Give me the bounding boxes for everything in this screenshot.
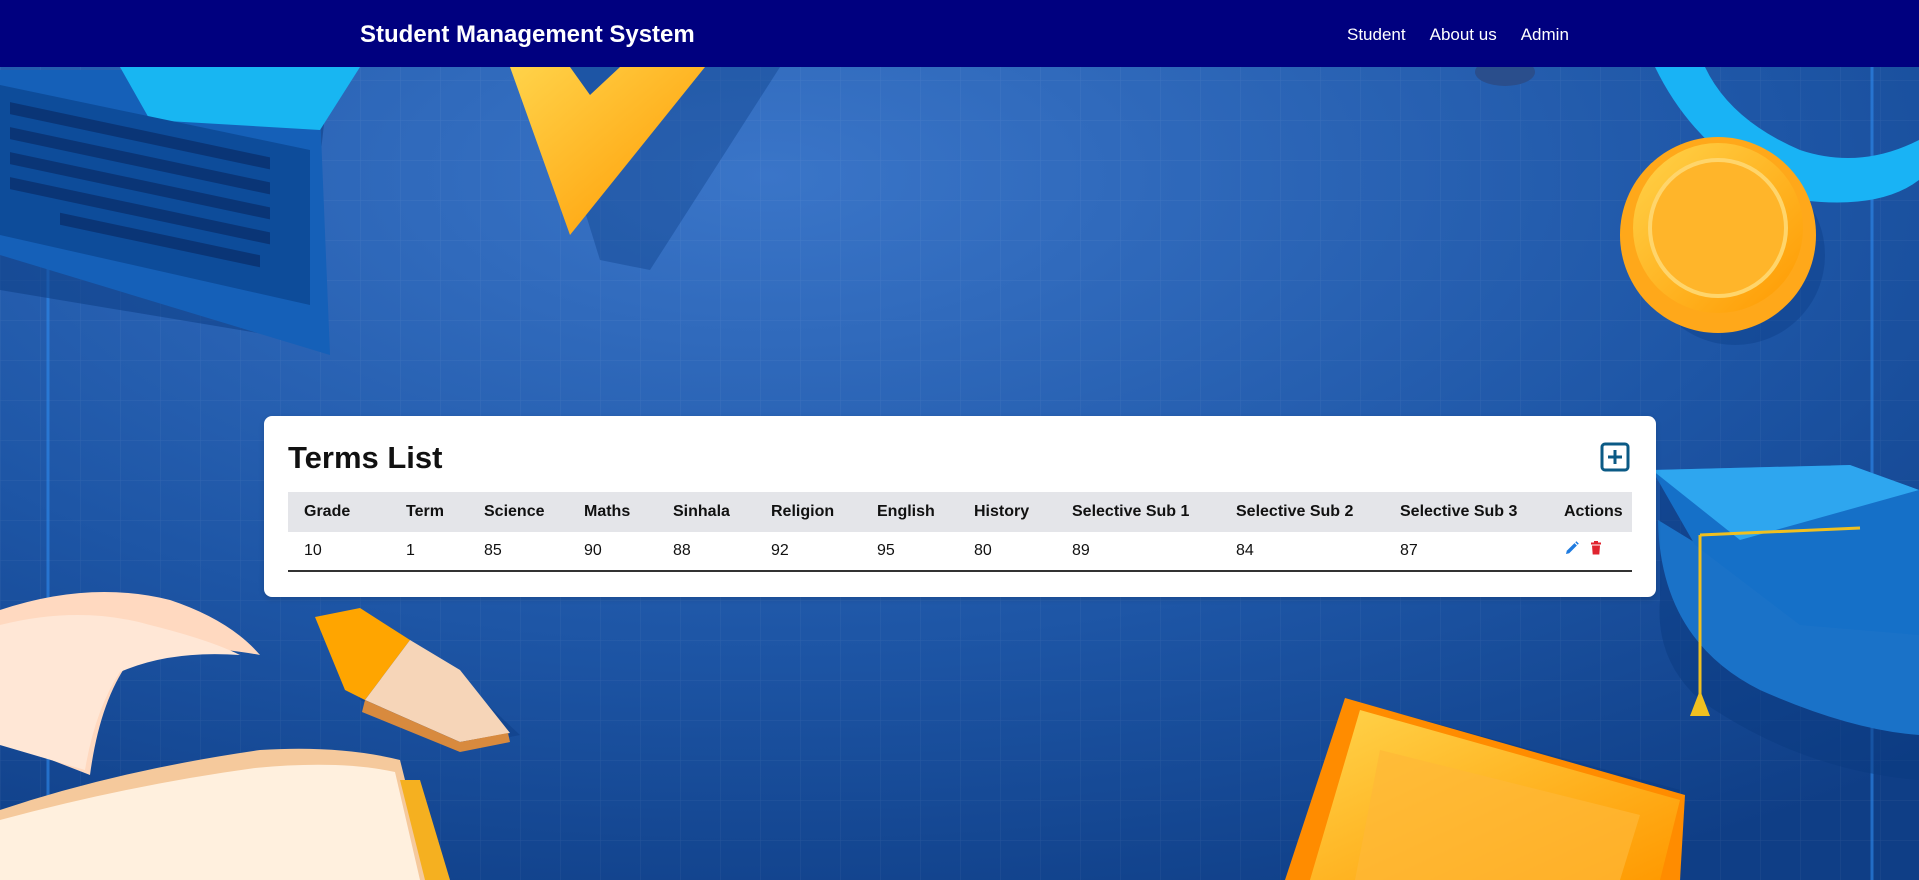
terms-list-card: Terms List Grade Term Science Maths Sinh… — [264, 416, 1656, 597]
column-header-grade: Grade — [304, 503, 351, 520]
column-header-history: History — [974, 503, 1030, 520]
terms-table: Grade Term Science Maths Sinhala Religio… — [288, 492, 1632, 572]
cell-english: 95 — [877, 542, 895, 559]
column-header-term: Term — [406, 503, 444, 520]
column-header-selective-sub-3: Selective Sub 3 — [1400, 503, 1518, 520]
cell-sinhala: 88 — [673, 542, 691, 559]
plus-square-icon — [1600, 442, 1630, 472]
cell-grade: 10 — [304, 542, 322, 559]
nav-link-about-us[interactable]: About us — [1430, 0, 1497, 67]
column-header-selective-sub-2: Selective Sub 2 — [1236, 503, 1354, 520]
cell-selective-sub-2: 84 — [1236, 542, 1254, 559]
nav-link-student[interactable]: Student — [1347, 0, 1406, 67]
cell-religion: 92 — [771, 542, 789, 559]
column-header-english: English — [877, 503, 935, 520]
cell-selective-sub-1: 89 — [1072, 542, 1090, 559]
table-row: 10 1 85 90 88 92 95 80 89 84 87 — [288, 532, 1632, 571]
add-term-button[interactable] — [1599, 441, 1631, 473]
row-actions — [1564, 541, 1632, 556]
top-navbar: Student Management System Student About … — [0, 0, 1919, 67]
column-header-religion: Religion — [771, 503, 835, 520]
cell-history: 80 — [974, 542, 992, 559]
nav-link-admin[interactable]: Admin — [1521, 0, 1569, 67]
column-header-maths: Maths — [584, 503, 631, 520]
column-header-selective-sub-1: Selective Sub 1 — [1072, 503, 1190, 520]
column-header-actions: Actions — [1564, 503, 1623, 520]
cell-selective-sub-3: 87 — [1400, 542, 1418, 559]
column-header-sinhala: Sinhala — [673, 503, 730, 520]
cell-maths: 90 — [584, 542, 602, 559]
page-title: Terms List — [288, 440, 443, 475]
column-header-science: Science — [484, 503, 545, 520]
table-header-row: Grade Term Science Maths Sinhala Religio… — [288, 492, 1632, 532]
cell-term: 1 — [406, 542, 415, 559]
cell-science: 85 — [484, 542, 502, 559]
pencil-icon[interactable] — [1564, 540, 1580, 556]
nav-links: Student About us Admin — [1347, 0, 1593, 67]
trash-icon[interactable] — [1588, 540, 1604, 556]
cell-actions — [1548, 532, 1632, 571]
app-brand-title[interactable]: Student Management System — [360, 0, 695, 67]
